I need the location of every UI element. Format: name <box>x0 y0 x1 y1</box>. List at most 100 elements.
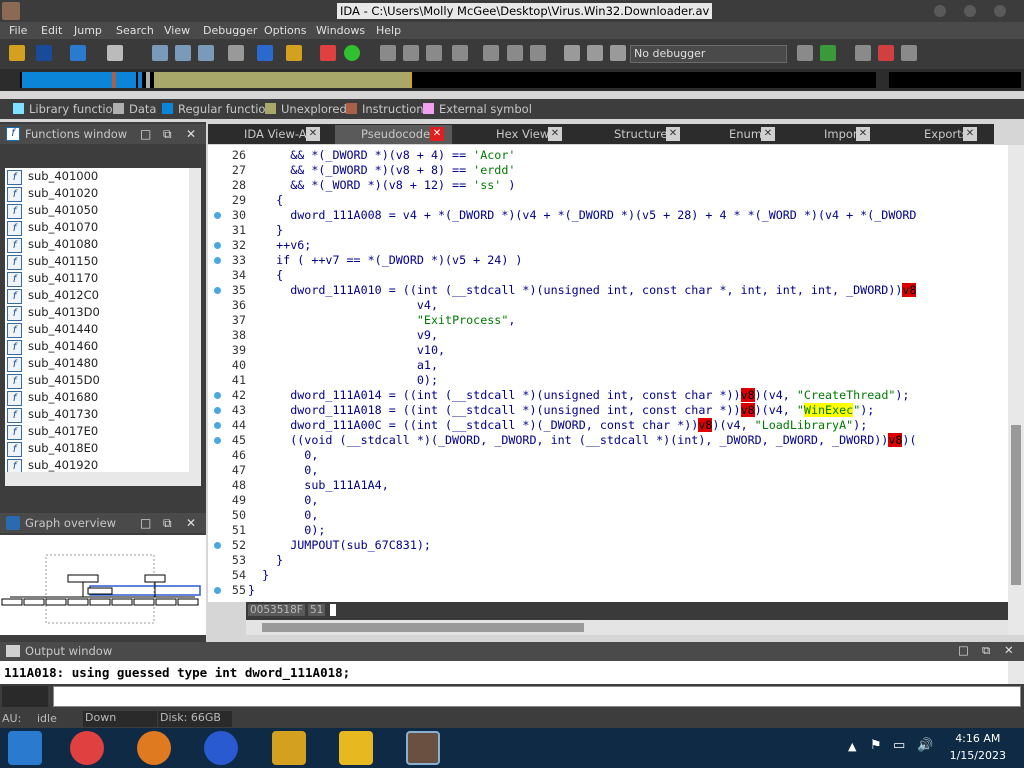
network-icon[interactable]: ▭ <box>893 738 905 753</box>
minimize-button[interactable] <box>934 5 946 17</box>
list-item[interactable]: f sub_401000 <box>7 168 98 185</box>
graph-overview[interactable] <box>0 535 206 635</box>
navigation-strip[interactable] <box>20 72 876 88</box>
save-icon[interactable] <box>36 45 52 61</box>
tab-exports[interactable]: Exports ✕ <box>898 125 984 144</box>
list-item[interactable]: f sub_401460 <box>7 338 98 355</box>
code-line[interactable]: 0, <box>248 463 318 477</box>
tab-ida-view-a[interactable]: IDA View-A ✕ <box>218 125 333 144</box>
code-line[interactable]: dword_111A014 = ((int (__stdcall *)(unsi… <box>248 388 909 402</box>
close-icon[interactable]: ✕ <box>186 124 196 144</box>
tab-enums[interactable]: Enums ✕ <box>703 125 783 144</box>
menu-options[interactable]: Options <box>264 24 306 37</box>
list-item[interactable]: f sub_4018E0 <box>7 440 98 457</box>
markers-icon[interactable] <box>286 45 302 61</box>
code-line[interactable]: 0, <box>248 493 318 507</box>
breakpoint-dot-icon[interactable] <box>214 437 221 444</box>
code-line[interactable]: } <box>248 553 283 567</box>
code-line[interactable]: 0, <box>248 508 318 522</box>
menu-windows[interactable]: Windows <box>316 24 365 37</box>
list-item[interactable]: f sub_4017E0 <box>7 423 98 440</box>
attach-process-icon[interactable] <box>797 45 813 61</box>
graph-overview-diagram[interactable] <box>0 535 206 635</box>
forward-arrow-icon[interactable] <box>107 45 123 61</box>
close-tab-icon[interactable]: ✕ <box>963 127 977 141</box>
close-tab-icon[interactable]: ✕ <box>306 127 320 141</box>
breakpoint-dot-icon[interactable] <box>214 587 221 594</box>
breakpoint-dot-icon[interactable] <box>214 242 221 249</box>
list-item[interactable]: f sub_401920 <box>7 457 98 472</box>
close-icon[interactable]: ✕ <box>1004 643 1014 657</box>
breakpoint-dot-icon[interactable] <box>214 407 221 414</box>
code-line[interactable]: } <box>248 223 283 237</box>
float-icon[interactable]: ⧉ <box>163 513 172 533</box>
code-line[interactable]: dword_111A018 = ((int (__stdcall *)(unsi… <box>248 403 874 417</box>
restore-icon[interactable]: □ <box>140 124 151 144</box>
delete-icon[interactable] <box>530 45 546 61</box>
close-tab-icon[interactable]: ✕ <box>666 127 680 141</box>
warning-icon[interactable] <box>320 45 336 61</box>
close-tab-icon[interactable]: ✕ <box>856 127 870 141</box>
menu-jump[interactable]: Jump <box>74 24 102 37</box>
menu-search[interactable]: Search <box>116 24 154 37</box>
list-item[interactable]: f sub_4013D0 <box>7 304 100 321</box>
menu-help[interactable]: Help <box>376 24 401 37</box>
menu-debugger[interactable]: Debugger <box>203 24 257 37</box>
code-line[interactable]: 0); <box>248 523 325 537</box>
list-item[interactable]: f sub_4015D0 <box>7 372 100 389</box>
code-line[interactable]: ++v6; <box>248 238 311 252</box>
command-language-button[interactable] <box>2 686 48 707</box>
code-line[interactable]: dword_111A008 = v4 + *(_DWORD *)(v4 + *(… <box>248 208 916 222</box>
restore-icon[interactable]: □ <box>140 513 151 533</box>
restore-icon[interactable]: □ <box>958 643 969 657</box>
output-scrollbar[interactable] <box>1008 661 1024 684</box>
jump-icon[interactable] <box>228 45 244 61</box>
breakpoint-dot-icon[interactable] <box>214 422 221 429</box>
tools-icon[interactable] <box>901 45 917 61</box>
clock[interactable]: 4:16 AM 1/15/2023 <box>950 732 1006 762</box>
plugin-icon[interactable] <box>878 45 894 61</box>
code-vscrollbar[interactable] <box>1008 145 1024 635</box>
open-folder-icon[interactable] <box>9 45 25 61</box>
code-line[interactable]: if ( ++v7 == *(_DWORD *)(v5 + 24) ) <box>248 253 522 267</box>
down-arrow-icon[interactable] <box>257 45 273 61</box>
chrome-icon[interactable] <box>70 731 104 765</box>
code-line[interactable]: sub_111A1A4, <box>248 478 388 492</box>
code-hscrollbar[interactable] <box>246 620 1008 635</box>
list-item[interactable]: f sub_401170 <box>7 270 98 287</box>
code-line[interactable]: && *(_DWORD *)(v8 + 4) == 'Acor' <box>248 148 515 162</box>
navigation-band[interactable] <box>0 69 1024 91</box>
list-item[interactable]: f sub_401080 <box>7 236 98 253</box>
float-icon[interactable]: ⧉ <box>982 643 990 658</box>
ida-taskbar-icon[interactable] <box>406 731 440 765</box>
list-item[interactable]: f sub_401050 <box>7 202 98 219</box>
list-item[interactable]: f sub_401020 <box>7 185 98 202</box>
refresh-icon[interactable] <box>820 45 836 61</box>
breakpoint-dot-icon[interactable] <box>214 542 221 549</box>
code-line[interactable]: v9, <box>248 328 438 342</box>
code-line[interactable]: "ExitProcess", <box>248 313 516 327</box>
list-item[interactable]: f sub_4012C0 <box>7 287 99 304</box>
show-hidden-icon[interactable]: ▲ <box>848 740 856 753</box>
de-app-icon[interactable] <box>339 731 373 765</box>
float-icon[interactable]: ⧉ <box>163 124 172 144</box>
file-explorer-icon[interactable] <box>272 731 306 765</box>
tab-imports[interactable]: Imports ✕ <box>798 125 878 144</box>
code-line[interactable]: && *(_WORD *)(v8 + 12) == 'ss' ) <box>248 178 515 192</box>
list-item[interactable]: f sub_401070 <box>7 219 98 236</box>
functions-list[interactable]: f sub_401000 f sub_401020 f sub_401050 f sub… <box>5 168 189 472</box>
code-line[interactable]: 0, <box>248 448 318 462</box>
pause-icon[interactable] <box>587 45 603 61</box>
close-icon[interactable]: ✕ <box>186 513 196 533</box>
code-line[interactable]: } <box>248 583 255 597</box>
code-line[interactable]: dword_111A00C = ((int (__stdcall *)(_DWO… <box>248 418 867 432</box>
close-tab-icon[interactable]: ✕ <box>430 127 444 141</box>
breakpoint-dot-icon[interactable] <box>214 392 221 399</box>
breakpoint-dot-icon[interactable] <box>214 257 221 264</box>
debugger-select[interactable]: No debugger <box>630 45 787 63</box>
code-line[interactable]: v4, <box>248 298 438 312</box>
code-line[interactable]: a1, <box>248 358 438 372</box>
code-line[interactable]: 0); <box>248 373 438 387</box>
graph-node-icon[interactable] <box>380 45 396 61</box>
back-arrow-icon[interactable] <box>70 45 86 61</box>
